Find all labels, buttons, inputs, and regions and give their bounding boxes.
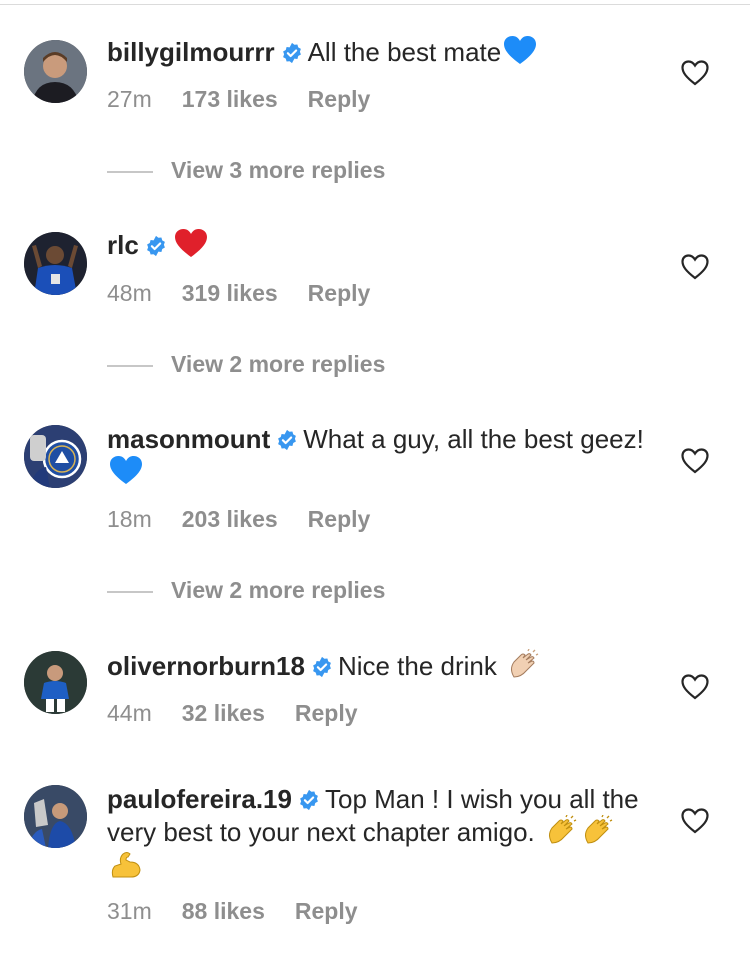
comment-meta: 27m 173 likes Reply — [107, 86, 400, 113]
avatar[interactable] — [24, 425, 87, 488]
clapping-hands-icon — [506, 649, 540, 681]
comment-username[interactable]: masonmount — [107, 424, 270, 454]
comment-body: olivernorburn18 Nice the drink — [107, 649, 647, 682]
heart-outline-icon[interactable] — [681, 448, 709, 474]
flexed-biceps-icon — [109, 848, 143, 880]
comment-time: 18m — [107, 506, 152, 532]
verified-badge-icon — [276, 429, 298, 451]
comment-body: rlc — [107, 228, 647, 261]
avatar[interactable] — [24, 651, 87, 714]
view-more-replies[interactable]: View 3 more replies — [107, 157, 385, 187]
verified-badge-icon — [145, 235, 167, 257]
divider-line — [107, 170, 153, 173]
avatar[interactable] — [24, 785, 87, 848]
blue-heart-icon — [503, 35, 537, 67]
avatar[interactable] — [24, 232, 87, 295]
comment-meta: 18m 203 likes Reply — [107, 506, 400, 533]
reply-button[interactable]: Reply — [308, 506, 371, 532]
comment-likes[interactable]: 88 likes — [182, 898, 265, 924]
clapping-hands-icon — [544, 815, 578, 847]
comment-username[interactable]: paulofereira.19 — [107, 784, 292, 814]
heart-outline-icon[interactable] — [681, 808, 709, 834]
comment-text: What a guy, all the best geez! — [303, 424, 644, 454]
comment-username[interactable]: billygilmourrr — [107, 37, 275, 67]
clapping-hands-icon — [580, 815, 614, 847]
divider-line — [107, 590, 153, 593]
view-more-replies[interactable]: View 2 more replies — [107, 577, 385, 607]
comment-body: masonmount What a guy, all the best geez! — [107, 423, 647, 488]
comment-likes[interactable]: 173 likes — [182, 86, 278, 112]
reply-button[interactable]: Reply — [308, 86, 371, 112]
heart-outline-icon[interactable] — [681, 254, 709, 280]
verified-badge-icon — [311, 656, 333, 678]
avatar[interactable] — [24, 40, 87, 103]
comment-body: billygilmourrr All the best mate — [107, 35, 647, 68]
comment-time: 31m — [107, 898, 152, 924]
verified-badge-icon — [298, 789, 320, 811]
comment-meta: 44m 32 likes Reply — [107, 700, 388, 727]
view-more-replies[interactable]: View 2 more replies — [107, 351, 385, 381]
reply-button[interactable]: Reply — [295, 898, 358, 924]
comment-likes[interactable]: 32 likes — [182, 700, 265, 726]
comment-likes[interactable]: 203 likes — [182, 506, 278, 532]
comment-meta: 48m 319 likes Reply — [107, 280, 400, 307]
reply-button[interactable]: Reply — [308, 280, 371, 306]
red-heart-icon — [174, 228, 208, 260]
view-more-label: View 2 more replies — [171, 577, 386, 603]
divider-line — [107, 364, 153, 367]
view-more-label: View 3 more replies — [171, 157, 386, 183]
comment-meta: 31m 88 likes Reply — [107, 898, 388, 925]
comment-time: 44m — [107, 700, 152, 726]
comment-username[interactable]: olivernorburn18 — [107, 651, 305, 681]
comment-text: All the best mate — [307, 37, 502, 67]
top-divider — [0, 4, 750, 5]
blue-heart-icon — [109, 455, 143, 487]
verified-badge-icon — [281, 42, 303, 64]
reply-button[interactable]: Reply — [295, 700, 358, 726]
comment-body: paulofereira.19 Top Man ! I wish you all … — [107, 783, 647, 881]
heart-outline-icon[interactable] — [681, 60, 709, 86]
heart-outline-icon[interactable] — [681, 674, 709, 700]
comment-likes[interactable]: 319 likes — [182, 280, 278, 306]
comment-time: 48m — [107, 280, 152, 306]
comment-username[interactable]: rlc — [107, 230, 139, 260]
comment-text: Nice the drink — [337, 651, 497, 681]
view-more-label: View 2 more replies — [171, 351, 386, 377]
comment-time: 27m — [107, 86, 152, 112]
